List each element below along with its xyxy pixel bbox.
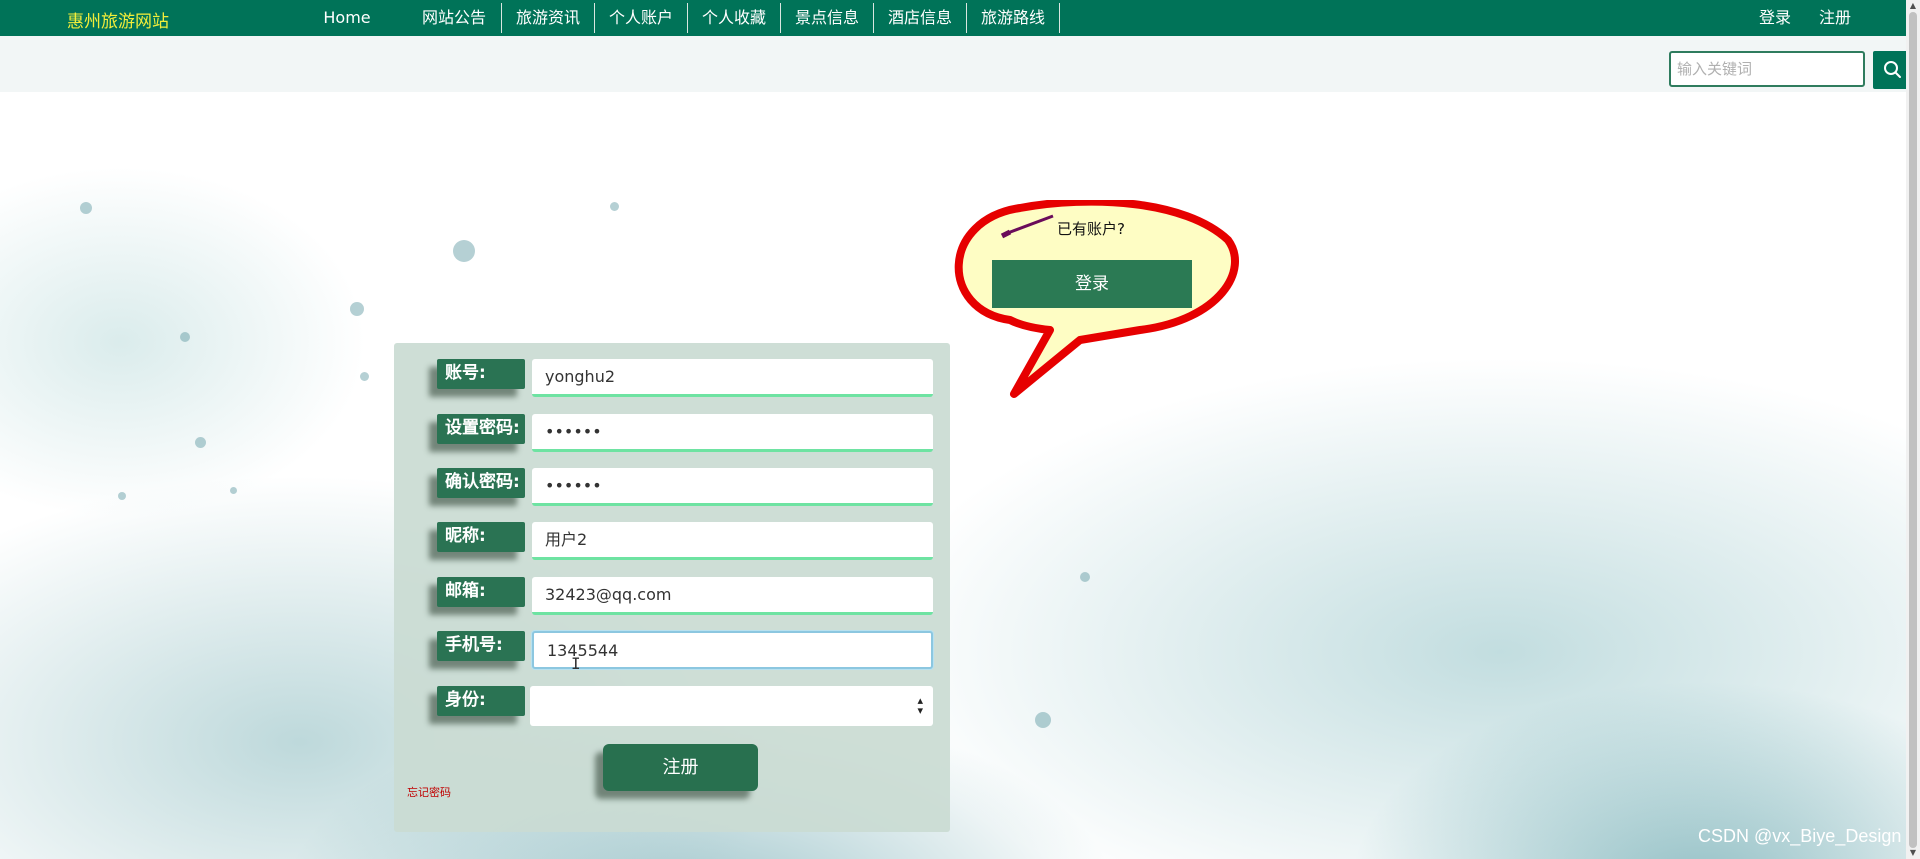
has-account-text: 已有账户?: [1057, 220, 1125, 238]
nav-announcements[interactable]: 网站公告: [416, 0, 492, 36]
top-navbar: 惠州旅游网站 Home 网站公告 旅游资讯 个人账户 个人收藏 景点信息 酒店信…: [0, 0, 1906, 36]
watercolor-dot: [1035, 712, 1051, 728]
password-input[interactable]: ••••••: [532, 414, 933, 452]
search-input[interactable]: [1669, 51, 1865, 87]
nav-divider: [501, 3, 502, 33]
nav-divider: [594, 3, 595, 33]
confirm-password-label: 确认密码:: [437, 468, 525, 498]
watercolor-dot: [350, 302, 364, 316]
nav-divider: [966, 3, 967, 33]
nav-login[interactable]: 登录: [1753, 0, 1797, 36]
nav-home[interactable]: Home: [316, 0, 378, 36]
confirm-password-input[interactable]: ••••••: [532, 468, 933, 506]
account-input[interactable]: yonghu2: [532, 359, 933, 397]
nav-register[interactable]: 注册: [1813, 0, 1857, 36]
email-label: 邮箱:: [437, 577, 525, 607]
nickname-label: 昵称:: [437, 522, 525, 552]
watercolor-dot: [230, 487, 237, 494]
scroll-up-icon[interactable]: ▲: [1906, 0, 1920, 12]
nav-personal-account[interactable]: 个人账户: [602, 0, 680, 36]
watercolor-dot: [360, 372, 369, 381]
nav-divider: [780, 3, 781, 33]
account-label: 账号:: [437, 359, 525, 389]
phone-input[interactable]: 1345544: [532, 631, 933, 669]
nav-divider: [1059, 3, 1060, 33]
nav-divider: [687, 3, 688, 33]
watercolor-dot: [453, 240, 475, 262]
password-label: 设置密码:: [437, 414, 525, 444]
email-input[interactable]: 32423@qq.com: [532, 577, 933, 615]
watercolor-dot: [1080, 572, 1090, 582]
nav-travel-news[interactable]: 旅游资讯: [509, 0, 587, 36]
identity-select[interactable]: ▴ ▾: [530, 686, 933, 726]
watercolor-dot: [195, 437, 206, 448]
watercolor-dot: [610, 202, 619, 211]
watermark: CSDN @vx_Biye_Design: [1698, 826, 1902, 846]
phone-label: 手机号:: [437, 631, 525, 661]
nav-attractions[interactable]: 景点信息: [788, 0, 866, 36]
nav-favorites[interactable]: 个人收藏: [695, 0, 773, 36]
identity-label: 身份:: [437, 686, 525, 716]
watercolor-dot: [80, 202, 92, 214]
nav-divider: [873, 3, 874, 33]
search-bar-strip: [0, 36, 1906, 92]
site-brand[interactable]: 惠州旅游网站: [67, 7, 169, 32]
nav-hotels[interactable]: 酒店信息: [881, 0, 959, 36]
watercolor-dot: [118, 492, 126, 500]
scrollbar-thumb[interactable]: [1909, 12, 1917, 848]
bubble-login-button[interactable]: 登录: [992, 260, 1192, 308]
scroll-down-icon[interactable]: ▼: [1906, 847, 1920, 859]
forgot-password-link[interactable]: 忘记密码: [407, 784, 451, 800]
nav-routes[interactable]: 旅游路线: [974, 0, 1052, 36]
select-arrows-icon: ▴ ▾: [917, 694, 923, 717]
nickname-input[interactable]: 用户2: [532, 522, 933, 560]
text-cursor-icon: I: [571, 654, 581, 673]
watercolor-dot: [180, 332, 190, 342]
register-button[interactable]: 注册: [603, 744, 758, 791]
